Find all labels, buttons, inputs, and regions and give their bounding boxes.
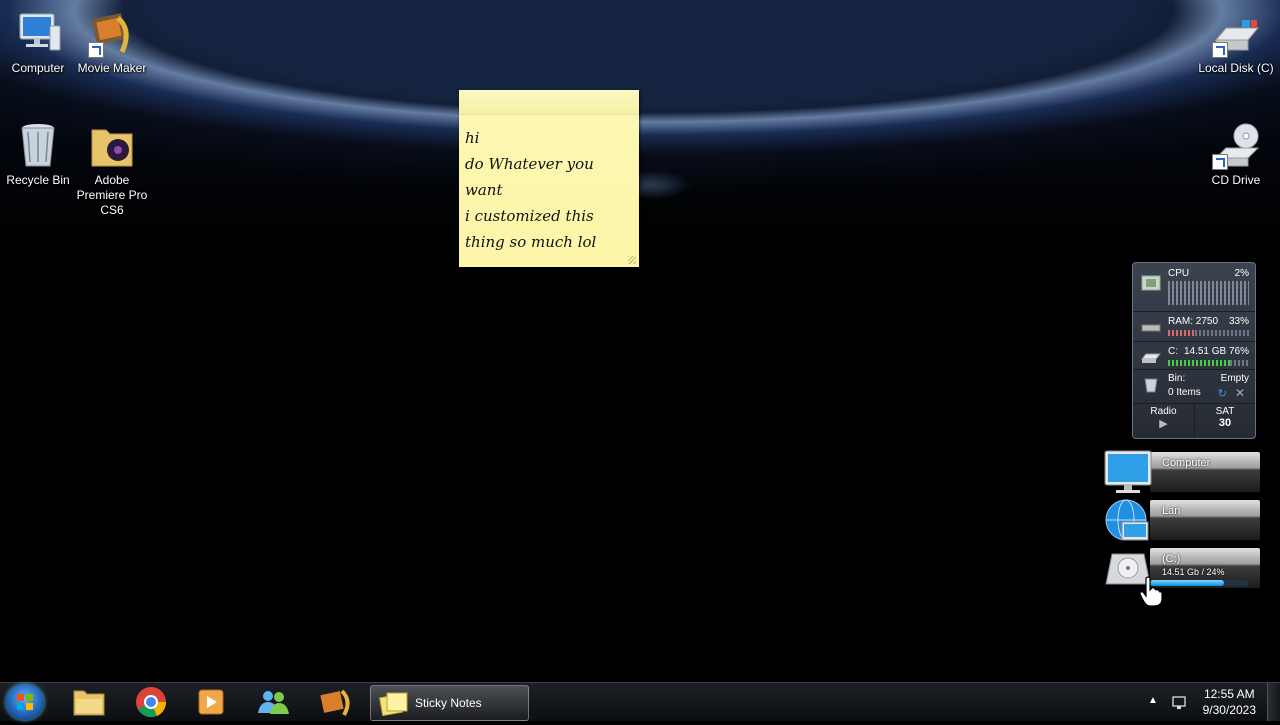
ram-bar: [1168, 330, 1195, 336]
desktop-icon-movie-maker[interactable]: Movie Maker: [74, 10, 150, 76]
disk-label: C:: [1168, 346, 1178, 357]
radio-label: Radio: [1150, 406, 1177, 417]
clock-date: 9/30/2023: [1202, 703, 1256, 717]
sticky-note-titlebar[interactable]: [459, 90, 639, 115]
icon-label: Movie Maker: [77, 61, 147, 75]
cpu-icon: [1141, 275, 1161, 291]
play-icon[interactable]: ▶: [1133, 417, 1194, 430]
resize-grip-icon[interactable]: [628, 256, 636, 264]
radio-widget[interactable]: Radio ▶: [1133, 403, 1195, 437]
taskbar-media-player[interactable]: [184, 685, 238, 719]
action-center-flag-icon[interactable]: [1172, 694, 1188, 710]
taskbar-explorer[interactable]: [62, 685, 116, 719]
cpu-value: 2%: [1234, 268, 1249, 279]
note-line: thing so much lol: [465, 233, 597, 251]
shortcut-arrow-icon: [88, 42, 104, 58]
drive-c-usage-bar: [1150, 580, 1248, 586]
icon-label: CD Drive: [1211, 173, 1261, 187]
network-globe-icon: [1104, 498, 1152, 544]
gadget-title: Lan: [1162, 505, 1181, 517]
gadget-title: Computer: [1162, 457, 1211, 469]
computer-icon: [14, 10, 62, 58]
taskbar-messenger[interactable]: [246, 685, 300, 719]
desktop[interactable]: Computer Movie Maker Recycle Bin Adobe P…: [0, 0, 1280, 682]
media-player-icon: [198, 689, 224, 715]
shortcut-arrow-icon: [1212, 154, 1228, 170]
day-number: 30: [1218, 417, 1232, 429]
sticky-note[interactable]: hi do Whatever you want i customized thi…: [459, 90, 639, 267]
drive-gadget-computer[interactable]: Computer: [1104, 450, 1260, 496]
disk-value: 14.51 GB 76%: [1183, 346, 1249, 357]
desktop-icon-recycle-bin[interactable]: Recycle Bin: [0, 122, 76, 188]
system-monitor-gadget[interactable]: CPU 2% RAM: 2750 33% C: 14.51 GB 76% Bin…: [1132, 262, 1256, 439]
folder-icon: [73, 690, 105, 716]
taskbar-chrome[interactable]: [124, 685, 178, 719]
cpu-graph: [1168, 281, 1249, 305]
show-desktop-button[interactable]: [1267, 683, 1280, 721]
bin-label: Bin:: [1168, 373, 1186, 384]
icon-label: Adobe Premiere Pro CS6: [76, 173, 148, 217]
gadget-title: (C:): [1162, 553, 1181, 565]
ram-value: 33%: [1228, 316, 1249, 327]
bin-items: 0 Items: [1168, 387, 1201, 398]
desktop-icon-computer[interactable]: Computer: [0, 10, 76, 76]
icon-label: Recycle Bin: [6, 173, 70, 187]
desktop-icon-cd-drive[interactable]: CD Drive: [1198, 122, 1274, 188]
note-line: i customized this: [465, 207, 594, 225]
taskbar-movie-maker[interactable]: [308, 685, 362, 719]
bin-row: Bin: Empty 0 Items ↻ ✕: [1133, 369, 1255, 404]
movie-maker-icon: [320, 689, 350, 716]
sticky-note-text[interactable]: hi do Whatever you want i customized thi…: [459, 115, 639, 255]
cpu-label: CPU: [1168, 268, 1190, 279]
recycle-bin-icon: [1144, 378, 1158, 393]
start-button[interactable]: [6, 684, 44, 720]
show-hidden-icons-icon[interactable]: ▲: [1148, 695, 1158, 706]
hard-drive-icon: [1212, 10, 1260, 58]
hand-cursor-icon: [1139, 576, 1163, 607]
taskbar-button-label: Sticky Notes: [415, 696, 482, 710]
desktop-icon-local-disk[interactable]: Local Disk (C): [1198, 10, 1274, 76]
recycle-bin-icon: [14, 122, 62, 170]
folder-icon: [88, 122, 136, 170]
refresh-icon[interactable]: ↻: [1218, 387, 1227, 400]
disk-icon: [1141, 353, 1161, 363]
note-line: want: [465, 181, 503, 199]
empty-bin-icon[interactable]: ✕: [1235, 386, 1245, 400]
drive-gadget-lan[interactable]: Lan: [1104, 498, 1260, 544]
monitor-icon: [1104, 450, 1152, 496]
windows-logo-icon: [17, 694, 33, 710]
desktop-icon-adobe-premiere[interactable]: Adobe Premiere Pro CS6: [74, 122, 150, 218]
date-widget: SAT 30: [1195, 403, 1255, 437]
note-line: do Whatever you: [465, 155, 594, 173]
cpu-row: CPU 2%: [1133, 263, 1255, 312]
ram-label: RAM: 2750: [1168, 316, 1219, 327]
ram-row: RAM: 2750 33%: [1133, 311, 1255, 342]
taskbar: Sticky Notes ▲ 12:55 AM 9/30/2023: [0, 682, 1280, 721]
icon-label: Computer: [11, 61, 65, 75]
bottom-row: Radio ▶ SAT 30: [1133, 403, 1255, 437]
note-line: hi: [465, 129, 480, 147]
day-label: SAT: [1215, 406, 1235, 417]
icon-label: Local Disk (C): [1198, 61, 1274, 75]
movie-maker-icon: [88, 10, 136, 58]
gadget-subtitle: 14.51 Gb / 24%: [1162, 567, 1225, 577]
chrome-icon: [136, 687, 167, 718]
disk-bar-remaining: [1230, 360, 1249, 366]
sticky-notes-icon: [379, 692, 408, 716]
messenger-icon: [258, 691, 289, 714]
disk-row: C: 14.51 GB 76%: [1133, 341, 1255, 370]
disk-bar: [1168, 360, 1230, 366]
ram-bar-remaining: [1195, 330, 1249, 336]
cd-drive-icon: [1212, 122, 1260, 170]
system-clock[interactable]: 12:55 AM 9/30/2023: [1203, 686, 1256, 718]
bin-status: Empty: [1220, 373, 1249, 384]
taskbar-sticky-notes[interactable]: Sticky Notes: [370, 685, 529, 721]
shortcut-arrow-icon: [1212, 42, 1228, 58]
clock-time: 12:55 AM: [1203, 687, 1255, 701]
ram-icon: [1141, 324, 1161, 332]
